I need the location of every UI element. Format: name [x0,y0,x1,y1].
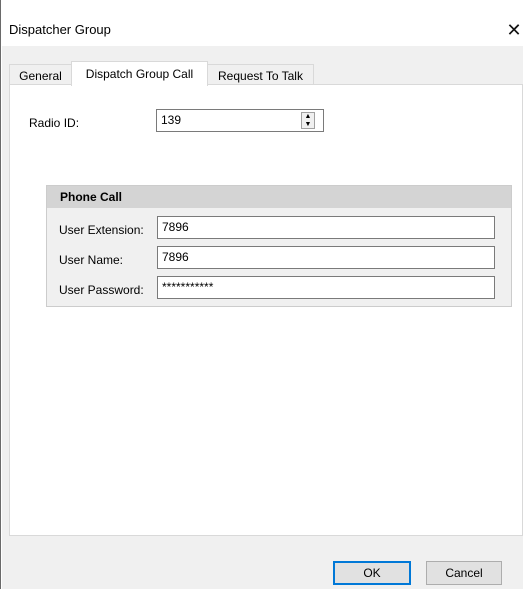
phone-call-group: Phone Call User Extension: 7896 User Nam… [46,185,512,307]
tab-request-to-talk[interactable]: Request To Talk [207,64,314,86]
radio-id-input[interactable]: 139 [156,109,324,132]
cancel-button[interactable]: Cancel [426,561,502,585]
user-extension-input[interactable]: 7896 [157,216,495,239]
tab-panel-dispatch-group-call: Radio ID: 139 ▲ ▼ Phone Call User Extens… [9,84,523,536]
user-name-label: User Name: [59,253,124,267]
radio-id-spinner[interactable]: ▲ ▼ [301,112,315,129]
tab-general[interactable]: General [9,64,72,86]
close-icon: ✕ [506,19,522,40]
user-password-input[interactable]: *********** [157,276,495,299]
user-name-value: 7896 [162,250,189,264]
cancel-button-label: Cancel [445,566,483,580]
ok-button[interactable]: OK [333,561,411,585]
phone-call-header: Phone Call [47,186,511,208]
user-extension-label: User Extension: [59,223,144,237]
window-title: Dispatcher Group [9,22,111,37]
radio-id-label: Radio ID: [29,116,80,130]
spin-down-icon: ▼ [304,121,312,128]
dialog-client-area: General Dispatch Group Call Request To T… [2,46,523,589]
close-button[interactable]: ✕ [504,18,523,42]
tab-general-label: General [19,68,62,83]
tab-dispatch-group-call[interactable]: Dispatch Group Call [71,61,208,86]
user-password-value: *********** [162,280,214,294]
dispatcher-group-dialog: Dispatcher Group ✕ General Dispatch Grou… [0,0,523,589]
user-name-input[interactable]: 7896 [157,246,495,269]
user-password-label: User Password: [59,283,144,297]
ok-button-label: OK [363,566,381,580]
title-bar: Dispatcher Group ✕ [2,0,523,46]
phone-call-title: Phone Call [60,190,123,204]
radio-id-value: 139 [161,113,182,127]
tab-dispatch-group-call-label: Dispatch Group Call [85,67,194,81]
spin-up-button[interactable]: ▲ [302,113,314,120]
user-extension-value: 7896 [162,220,189,234]
spin-down-button[interactable]: ▼ [302,121,314,128]
spin-up-icon: ▲ [304,113,312,120]
tab-request-to-talk-label: Request To Talk [218,68,303,83]
